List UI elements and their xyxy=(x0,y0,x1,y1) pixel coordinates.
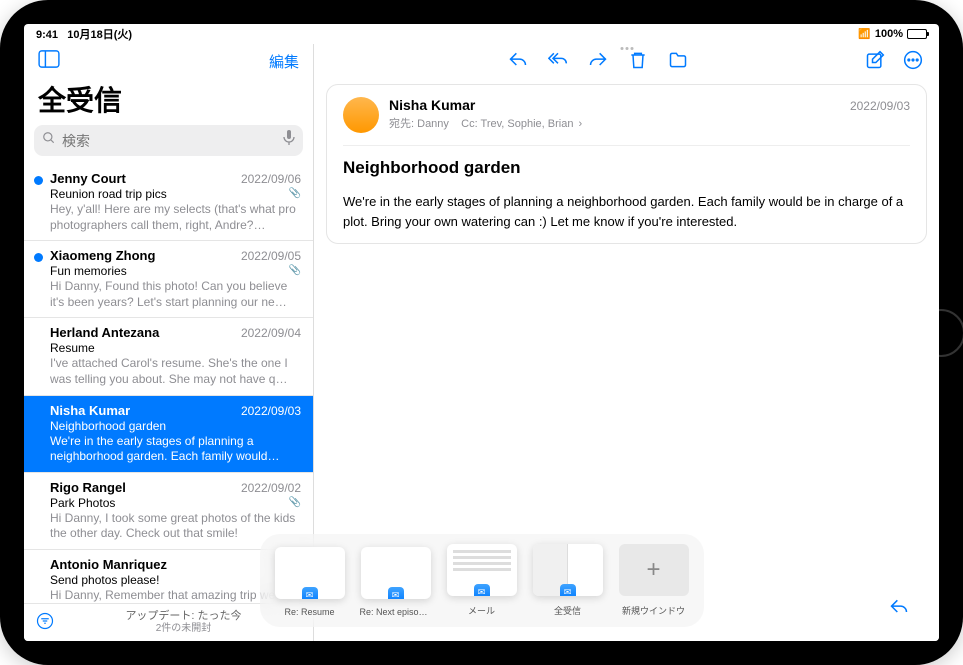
reply-all-button[interactable] xyxy=(548,50,568,70)
attachment-icon: 📎 xyxy=(289,497,301,508)
email-sender: Antonio Manriquez xyxy=(50,557,167,572)
wifi-icon xyxy=(858,28,870,40)
email-item[interactable]: Herland Antezana 2022/09/04 Resume I've … xyxy=(24,318,313,395)
shelf-new-window[interactable]: + 新規ウインドウ xyxy=(618,544,690,617)
message-header: Nisha Kumar 2022/09/03 宛先: Danny Cc: Tre… xyxy=(343,97,910,133)
mail-badge-icon: ✉ xyxy=(302,587,318,599)
shelf-window-4[interactable]: ✉ 全受信 xyxy=(532,544,604,617)
email-subject: Resume xyxy=(50,341,95,355)
email-subject: Fun memories xyxy=(50,264,127,278)
shelf-label: 全受信 xyxy=(554,604,581,617)
email-subject: Send photos please! xyxy=(50,573,159,587)
more-button[interactable] xyxy=(903,50,923,70)
status-bar: 9:41 10月18日(火) 100% xyxy=(24,24,939,44)
shelf-label: メール xyxy=(468,604,495,617)
search-input[interactable] xyxy=(62,133,277,149)
reply-float-button[interactable] xyxy=(889,597,909,617)
shelf-thumb: ✉ xyxy=(361,547,431,599)
forward-button[interactable] xyxy=(588,50,608,70)
shelf-window-1[interactable]: ✉ Re: Resume xyxy=(274,547,346,617)
mail-badge-icon: ✉ xyxy=(474,584,490,596)
detail-toolbar xyxy=(314,44,939,76)
email-subject: Reunion road trip pics xyxy=(50,187,167,201)
message-body: We're in the early stages of planning a … xyxy=(343,192,910,231)
recipients-chevron-icon: › xyxy=(579,118,583,130)
attachment-icon: 📎 xyxy=(289,265,301,276)
message-from[interactable]: Nisha Kumar xyxy=(389,97,475,113)
search-icon xyxy=(42,131,56,150)
trash-button[interactable] xyxy=(628,50,648,70)
email-sender: Rigo Rangel xyxy=(50,480,126,495)
shelf-thumb: ✉ xyxy=(275,547,345,599)
email-sender: Xiaomeng Zhong xyxy=(50,248,155,263)
email-sender: Herland Antezana xyxy=(50,325,159,340)
sender-avatar[interactable] xyxy=(343,97,379,133)
email-preview: We're in the early stages of planning a … xyxy=(50,434,301,465)
battery-icon xyxy=(907,29,927,39)
move-button[interactable] xyxy=(668,50,688,70)
email-preview: I've attached Carol's resume. She's the … xyxy=(50,356,301,387)
email-date: 2022/09/05 xyxy=(241,249,301,263)
sidebar-header: 編集 xyxy=(24,44,313,77)
message-card: Nisha Kumar 2022/09/03 宛先: Danny Cc: Tre… xyxy=(326,84,927,244)
shelf-window-3[interactable]: ✉ メール xyxy=(446,544,518,617)
status-date: 10月18日(火) xyxy=(67,29,132,41)
email-sender: Jenny Court xyxy=(50,171,126,186)
shelf-label: Re: Resume xyxy=(284,607,334,617)
to-value: Danny xyxy=(417,118,449,130)
status-time: 9:41 xyxy=(36,29,58,41)
message-subject: Neighborhood garden xyxy=(343,158,910,178)
message-date: 2022/09/03 xyxy=(850,99,910,113)
email-subject: Neighborhood garden xyxy=(50,419,166,433)
inbox-title: 全受信 xyxy=(24,77,313,125)
email-sender: Nisha Kumar xyxy=(50,403,130,418)
email-preview: Hi Danny, I took some great photos of th… xyxy=(50,511,301,542)
status-right: 100% xyxy=(858,28,927,40)
sidebar-toggle-button[interactable] xyxy=(38,50,60,73)
window-grabber[interactable] xyxy=(620,47,633,50)
to-label: 宛先: xyxy=(389,118,414,130)
email-subject: Park Photos xyxy=(50,496,115,510)
shelf-label: 新規ウインドウ xyxy=(622,604,685,617)
email-date: 2022/09/04 xyxy=(241,326,301,340)
status-left: 9:41 10月18日(火) xyxy=(36,26,132,42)
cc-label: Cc: xyxy=(461,118,478,130)
email-item[interactable]: Xiaomeng Zhong 2022/09/05 Fun memories 📎… xyxy=(24,241,313,318)
email-date: 2022/09/02 xyxy=(241,481,301,495)
search-bar[interactable] xyxy=(34,125,303,156)
screen: 9:41 10月18日(火) 100% 編集 全受信 xyxy=(24,24,939,641)
attachment-icon: 📎 xyxy=(289,188,301,199)
shelf-thumb: ✉ xyxy=(447,544,517,596)
add-window-icon: + xyxy=(619,544,689,596)
reply-button[interactable] xyxy=(508,50,528,70)
filter-icon[interactable] xyxy=(36,612,54,633)
email-preview: Hey, y'all! Here are my selects (that's … xyxy=(50,202,301,233)
cc-value: Trev, Sophie, Brian xyxy=(481,118,574,130)
email-date: 2022/09/03 xyxy=(241,404,301,418)
mic-icon[interactable] xyxy=(283,130,295,151)
email-preview: Hi Danny, Found this photo! Can you beli… xyxy=(50,279,301,310)
email-item[interactable]: Jenny Court 2022/09/06 Reunion road trip… xyxy=(24,164,313,241)
shelf-thumb: ✉ xyxy=(533,544,603,596)
edit-button[interactable]: 編集 xyxy=(269,51,299,72)
message-recipients[interactable]: 宛先: Danny Cc: Trev, Sophie, Brian › xyxy=(389,115,910,131)
battery-percent: 100% xyxy=(875,28,903,40)
email-item[interactable]: Nisha Kumar 2022/09/03 Neighborhood gard… xyxy=(24,396,313,473)
footer-line2: 2件の未開封 xyxy=(66,623,301,635)
ipad-frame: 9:41 10月18日(火) 100% 編集 全受信 xyxy=(0,0,963,665)
compose-button[interactable] xyxy=(865,50,885,70)
divider xyxy=(343,145,910,146)
shelf-window-2[interactable]: ✉ Re: Next episode's g… xyxy=(360,547,432,617)
unread-dot-icon xyxy=(34,176,43,185)
shelf-label: Re: Next episode's g… xyxy=(360,607,432,617)
app-shelf[interactable]: ✉ Re: Resume ✉ Re: Next episode's g… ✉ メ… xyxy=(260,534,704,627)
mail-badge-icon: ✉ xyxy=(388,587,404,599)
unread-dot-icon xyxy=(34,253,43,262)
mail-badge-icon: ✉ xyxy=(560,584,576,596)
email-date: 2022/09/06 xyxy=(241,172,301,186)
